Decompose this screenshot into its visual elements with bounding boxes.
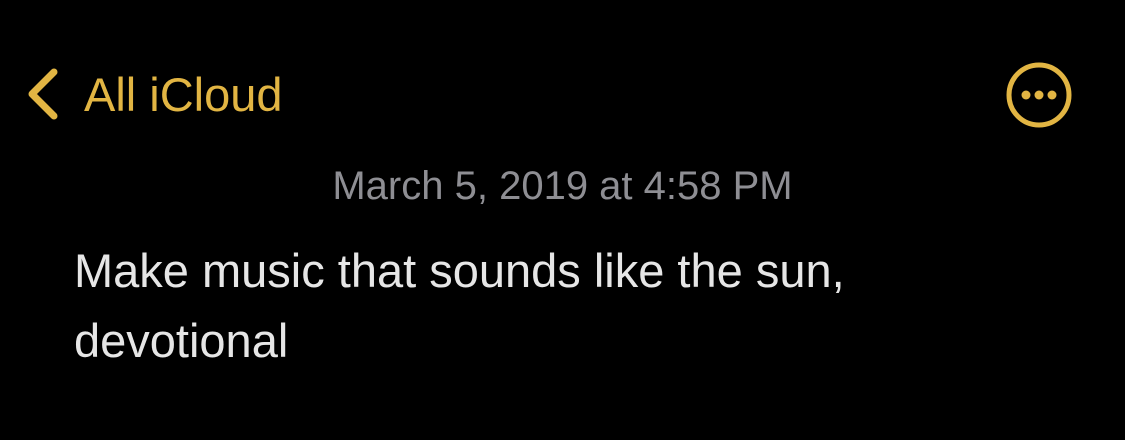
back-button[interactable]: All iCloud — [22, 56, 283, 132]
note-date: March 5, 2019 at 4:58 PM — [332, 164, 793, 208]
note-text-line: devotional — [74, 314, 289, 367]
note-text-line: Make music that sounds like the sun, — [74, 244, 845, 297]
more-options-button[interactable] — [1005, 61, 1073, 129]
chevron-left-icon — [28, 68, 58, 120]
note-body[interactable]: Make music that sounds like the sun, dev… — [74, 236, 1054, 376]
ellipsis-circle-icon — [1006, 62, 1072, 128]
navigation-bar: All iCloud — [0, 56, 1125, 132]
back-button-label: All iCloud — [84, 67, 283, 121]
